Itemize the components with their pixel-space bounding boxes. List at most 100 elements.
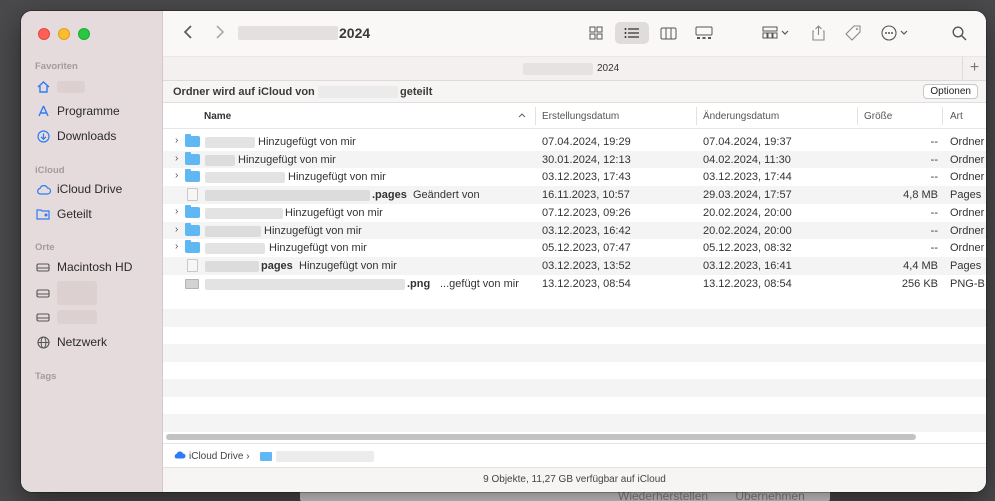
modified-date: 20.02.2024, 20:00 [703,224,792,237]
sidebar-item-macintosh-hd[interactable]: Macintosh HD [35,257,132,277]
back-button[interactable] [178,23,198,43]
sidebar-heading-icloud: iCloud [35,165,65,176]
tab-title-prefix [523,63,593,75]
file-size: -- [930,153,938,166]
file-size: -- [930,206,938,219]
file-name-hidden [205,190,370,202]
file-name-hidden [205,260,259,272]
chevron-right-icon [216,25,225,39]
shared-folder-banner: Ordner wird auf iCloud von geteilt Optio… [163,81,986,103]
column-header-created[interactable]: Erstellungsdatum [542,111,619,122]
folder-icon [185,240,200,254]
share-button[interactable] [809,22,827,44]
sidebar-item-disk-3[interactable] [35,307,97,327]
group-by-button[interactable] [759,22,793,44]
sidebar: Favoriten Programme Downloads iCloud iCl… [21,11,163,492]
search-button[interactable] [949,22,969,44]
file-kind: PNG-B [950,277,985,290]
modified-date: 05.12.2023, 08:32 [703,242,792,255]
table-row[interactable]: › Hinzugefügt von mir 07.12.2023, 09:26 … [163,204,986,222]
banner-text-before: Ordner wird auf iCloud von [173,86,315,98]
sidebar-item-disk-2[interactable] [35,281,97,305]
table-row[interactable]: pages Hinzugefügt von mir 03.12.2023, 13… [163,256,986,275]
window-title: 2024 [339,25,371,41]
disclosure-chevron-icon[interactable]: › [175,153,178,164]
list-view-button[interactable] [615,22,649,44]
disclosure-chevron-icon[interactable]: › [175,241,178,252]
sidebar-item-programme[interactable]: Programme [35,101,120,121]
file-name-hidden [205,278,405,290]
horizontal-scrollbar[interactable] [166,434,916,440]
finder-window: Favoriten Programme Downloads iCloud iCl… [21,11,986,492]
sidebar-item-home[interactable] [35,77,85,97]
sidebar-item-downloads[interactable]: Downloads [35,126,116,146]
sidebar-item-shared[interactable]: Geteilt [35,204,92,224]
table-row[interactable]: › Hinzugefügt von mir 03.12.2023, 17:43 … [163,168,986,186]
forward-button[interactable] [210,23,230,43]
column-view-button[interactable] [657,22,679,44]
download-icon [35,128,51,144]
file-kind: Ordner [950,206,985,219]
home-icon [35,79,51,95]
empty-row [163,414,986,432]
gallery-view-button[interactable] [693,22,715,44]
folder-icon [185,134,200,147]
folder-icon [185,151,200,165]
file-name: Hinzugefügt von mir [288,171,386,184]
table-row[interactable]: .pages Geändert von 16.11.2023, 10:57 29… [163,186,986,204]
table-row[interactable]: › Hinzugefügt von mir 03.12.2023, 16:42 … [163,221,986,240]
sidebar-item-label: Downloads [57,129,117,143]
column-header-name[interactable]: Name [204,111,231,122]
tab-title[interactable]: 2024 [597,63,619,74]
file-kind: Ordner [950,242,985,255]
file-name-hidden [205,243,265,255]
empty-row [163,379,986,397]
banner-owner-name [318,86,398,98]
file-name: Hinzugefügt von mir [269,242,367,255]
modified-date: 13.12.2023, 08:54 [703,277,792,290]
zoom-button[interactable] [78,28,90,40]
column-header-modified[interactable]: Änderungsdatum [703,111,779,122]
sidebar-item-label: Programme [57,104,120,118]
sidebar-item-label [57,81,85,93]
created-date: 30.01.2024, 12:13 [542,153,631,166]
modified-date: 03.12.2023, 17:44 [703,171,792,184]
disclosure-chevron-icon[interactable]: › [175,206,178,217]
list-icon [624,28,639,38]
file-size: 256 KB [901,277,938,290]
gallery-icon [695,26,713,39]
file-size: 4,4 MB [903,259,938,272]
table-row[interactable]: › Hinzugefügt von mir 05.12.2023, 07:47 … [163,239,986,257]
disclosure-chevron-icon[interactable]: › [175,224,178,235]
column-header-kind[interactable]: Art [950,111,963,122]
close-button[interactable] [38,28,50,40]
modified-date: 20.02.2024, 20:00 [703,206,792,219]
disclosure-chevron-icon[interactable]: › [175,135,178,146]
file-size: -- [930,242,938,255]
window-title-prefix [238,26,338,40]
sidebar-item-network[interactable]: Netzwerk [35,332,107,352]
disclosure-chevron-icon[interactable]: › [175,170,178,181]
new-tab-button[interactable]: + [962,57,986,81]
table-row[interactable]: .png ...gefügt von mir 13.12.2023, 08:54… [163,275,986,293]
path-current-folder[interactable] [276,451,374,462]
file-kind: Pages [950,259,982,272]
file-size: -- [930,224,938,237]
icon-view-button[interactable] [585,22,607,44]
table-row[interactable]: › Hinzugefügt von mir 07.04.2024, 19:29 … [163,133,986,151]
path-root[interactable]: iCloud Drive › [189,451,250,462]
share-icon [811,25,825,41]
modified-date: 07.04.2024, 19:37 [703,136,792,148]
file-size: -- [930,136,938,148]
folder-icon [185,204,200,218]
created-date: 07.12.2023, 09:26 [542,206,631,219]
more-actions-button[interactable] [879,22,913,44]
options-button[interactable]: Optionen [923,84,978,99]
minimize-button[interactable] [58,28,70,40]
sidebar-item-icloud-drive[interactable]: iCloud Drive [35,179,122,199]
table-row[interactable]: › Hinzugefügt von mir 30.01.2024, 12:13 … [163,150,986,169]
column-header-size[interactable]: Größe [864,111,892,122]
tag-button[interactable] [843,22,863,44]
created-date: 13.12.2023, 08:54 [542,277,631,290]
path-bar: iCloud Drive › [163,443,986,467]
